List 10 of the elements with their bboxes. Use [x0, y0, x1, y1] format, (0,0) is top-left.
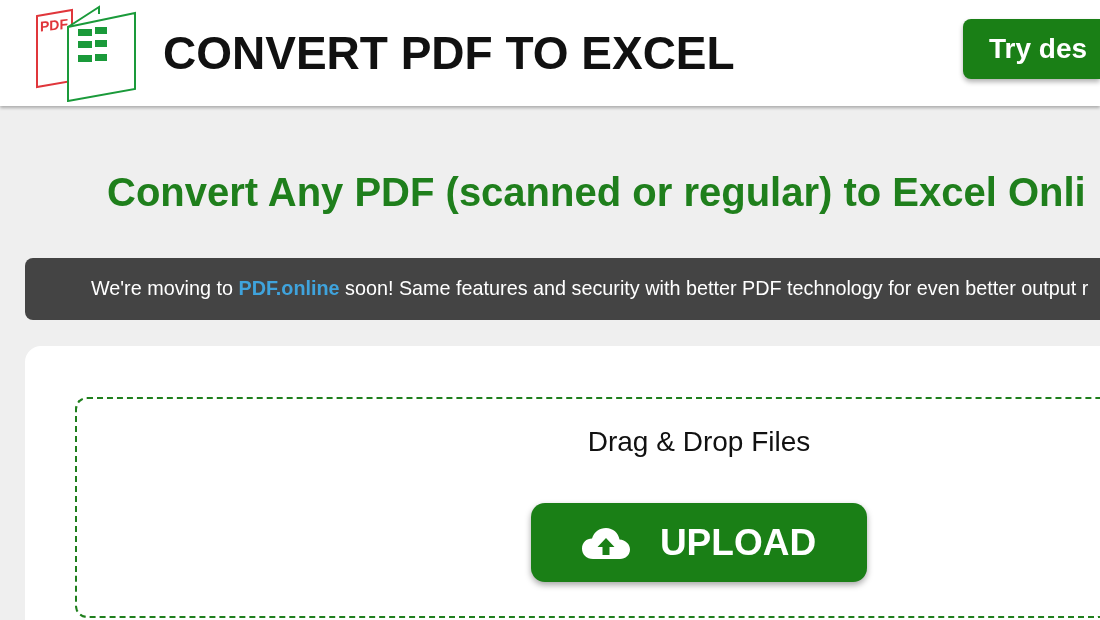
- upload-button[interactable]: UPLOAD: [531, 503, 867, 582]
- try-desktop-button[interactable]: Try des: [963, 19, 1100, 79]
- logo-text: PDF: [40, 15, 68, 35]
- drop-prompt: Drag & Drop Files: [587, 425, 811, 459]
- notice-text: We're moving to PDF.online soon! Same features and security with better PDF technology for even better output r: [91, 276, 1089, 302]
- page-headline: Convert Any PDF (scanned or regular) to Excel Onli: [107, 169, 1086, 216]
- site-title: CONVERT PDF TO EXCEL: [163, 30, 735, 76]
- drop-zone[interactable]: Drag & Drop Files UPLOAD: [75, 397, 1100, 618]
- pdf-online-link[interactable]: PDF.online: [238, 277, 340, 300]
- cloud-upload-icon: [581, 526, 630, 559]
